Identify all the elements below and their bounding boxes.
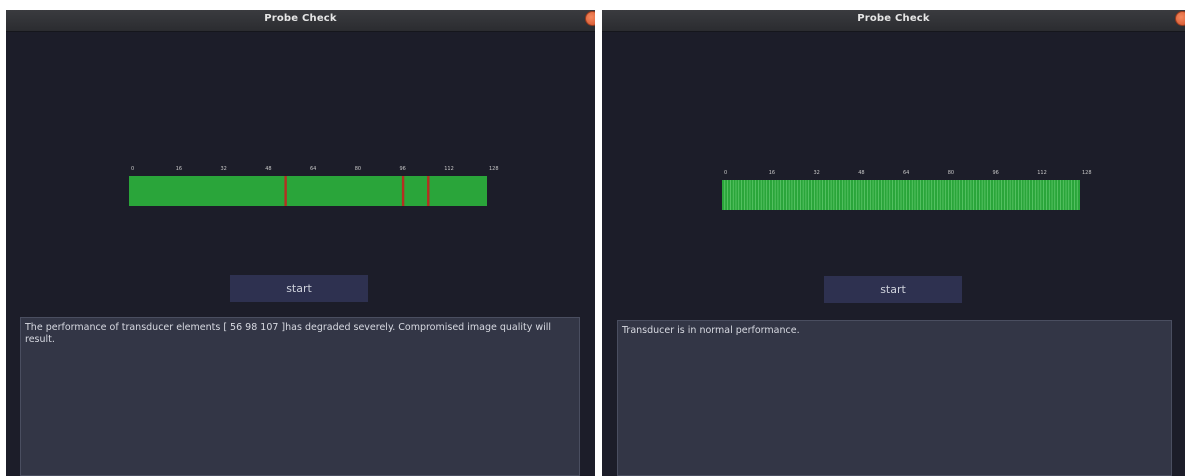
- tick-label: 32: [221, 166, 227, 172]
- transducer-element-gauge: 0 16 32 48 64 80 96 112 128: [722, 162, 1094, 212]
- start-button[interactable]: start: [230, 275, 368, 302]
- tick-label: 128: [1082, 170, 1092, 176]
- tick-label: 128: [489, 166, 499, 172]
- window-title: Probe Check: [264, 13, 337, 24]
- tick-label: 96: [993, 170, 999, 176]
- transducer-element-gauge: 0 16 32 48 64 80 96 112 128: [129, 158, 501, 208]
- tick-label: 80: [355, 166, 361, 172]
- tick-label: 64: [310, 166, 316, 172]
- tick-label: 32: [814, 170, 820, 176]
- tick-label: 16: [176, 166, 182, 172]
- close-icon[interactable]: [585, 11, 595, 26]
- start-button[interactable]: start: [824, 276, 962, 303]
- tick-label: 64: [903, 170, 909, 176]
- gauge-svg: 0 16 32 48 64 80 96 112 128: [129, 166, 499, 206]
- gauge-svg: 0 16 32 48 64 80 96 112 128: [722, 170, 1092, 210]
- tick-label: 96: [400, 166, 406, 172]
- tick-label: 80: [948, 170, 954, 176]
- tick-label: 48: [265, 166, 271, 172]
- tick-label: 112: [1037, 170, 1047, 176]
- probe-check-window: Probe Check 0 16 32 48 64 80 96 112 128 start Tr…: [602, 10, 1185, 476]
- result-message-area: Transducer is in normal performance.: [617, 320, 1172, 476]
- tick-label: 0: [131, 166, 134, 172]
- gauge-bar: [129, 176, 487, 206]
- window-title: Probe Check: [857, 13, 930, 24]
- tick-label: 112: [444, 166, 454, 172]
- title-bar: Probe Check: [6, 10, 595, 32]
- close-icon[interactable]: [1175, 11, 1185, 26]
- tick-label: 48: [858, 170, 864, 176]
- title-bar: Probe Check: [602, 10, 1185, 32]
- degraded-element-marker: [284, 176, 287, 206]
- probe-check-window: Probe Check 0 16 32 48 64 80 96 112 128 start Th…: [6, 10, 595, 476]
- degraded-element-marker: [427, 176, 430, 206]
- degraded-element-marker: [401, 176, 405, 206]
- result-message-area: The performance of transducer elements […: [20, 317, 580, 476]
- tick-label: 16: [769, 170, 775, 176]
- tick-label: 0: [724, 170, 727, 176]
